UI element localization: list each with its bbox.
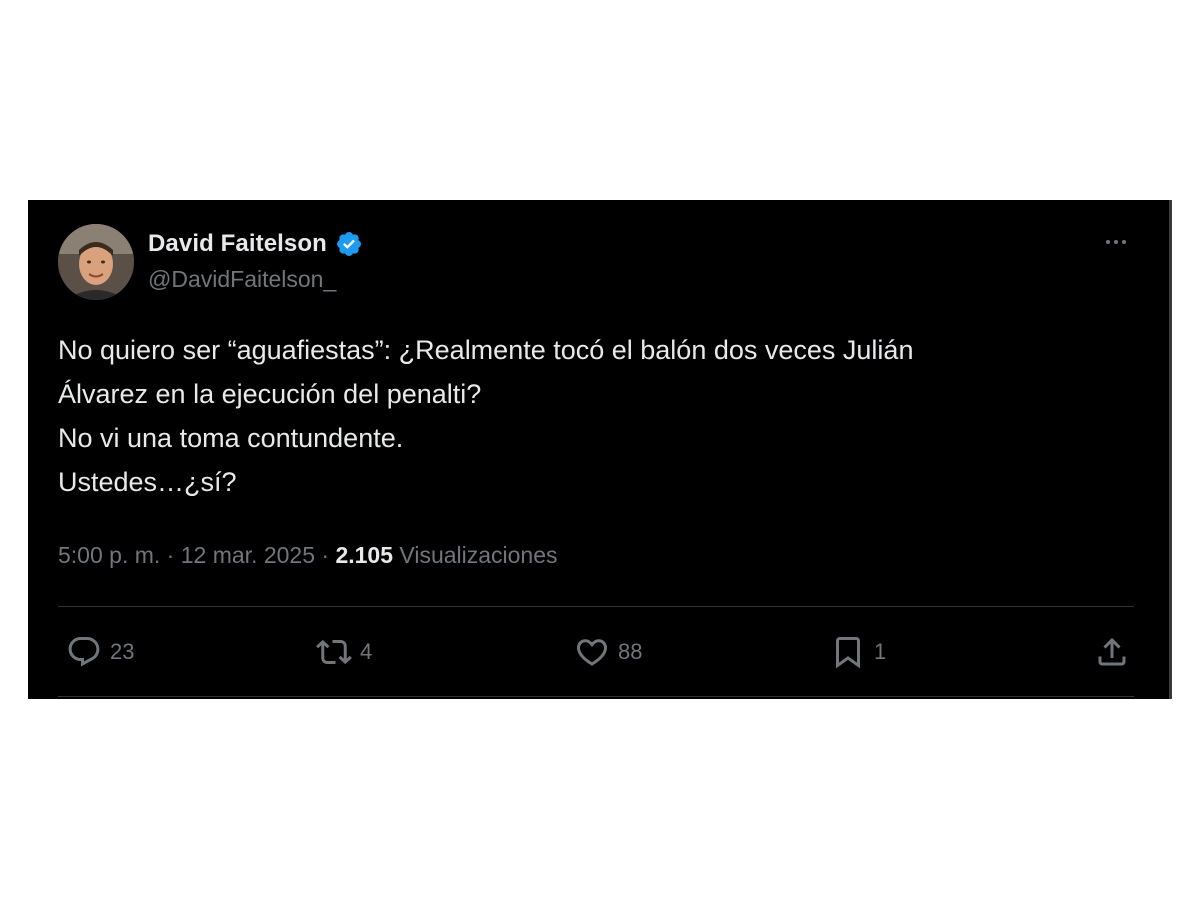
retweet-button[interactable]: 4 <box>316 632 372 672</box>
author-name-row: David Faitelson <box>148 226 363 262</box>
bookmark-count: 1 <box>874 639 887 664</box>
tweet-date[interactable]: 12 mar. 2025 <box>181 542 315 568</box>
like-button[interactable]: 88 <box>574 632 642 672</box>
like-count: 88 <box>618 639 643 664</box>
tweet-time[interactable]: 5:00 p. m. <box>58 542 160 568</box>
views-label: Visualizaciones <box>399 542 558 568</box>
bookmark-icon <box>830 634 866 670</box>
reply-button[interactable]: 23 <box>66 632 134 672</box>
tweet-card: David Faitelson @DavidFaitelson_ No quie… <box>28 200 1172 699</box>
card-edge <box>1169 200 1172 699</box>
tweet-text-line: No vi una toma contundente. <box>58 423 404 453</box>
share-button[interactable] <box>1094 632 1130 672</box>
author-handle[interactable]: @DavidFaitelson_ <box>148 266 336 293</box>
tweet-meta: 5:00 p. m. · 12 mar. 2025 · 2.105 Visual… <box>58 542 558 569</box>
bookmark-button[interactable]: 1 <box>830 632 886 672</box>
meta-separator: · <box>321 542 330 568</box>
tweet-text-line: Álvarez en la ejecución del penalti? <box>58 379 482 409</box>
author-name[interactable]: David Faitelson <box>148 230 327 258</box>
views-count: 2.105 <box>335 542 394 568</box>
meta-separator: · <box>166 542 175 568</box>
retweet-count: 4 <box>360 639 373 664</box>
tweet-text-line: Ustedes…¿sí? <box>58 467 237 497</box>
action-bar: 23 4 88 1 <box>58 632 1134 672</box>
tweet-text: No quiero ser “aguafiestas”: ¿Realmente … <box>58 328 1138 504</box>
divider <box>58 606 1134 607</box>
like-icon <box>574 634 610 670</box>
avatar[interactable] <box>58 224 134 300</box>
more-options-icon[interactable] <box>1100 230 1132 254</box>
tweet-text-line: No quiero ser “aguafiestas”: ¿Realmente … <box>58 335 914 365</box>
verified-badge-icon <box>335 230 363 258</box>
reply-icon <box>66 634 102 670</box>
share-icon <box>1094 634 1130 670</box>
divider <box>58 696 1134 697</box>
reply-count: 23 <box>110 639 135 664</box>
avatar-photo <box>58 224 134 300</box>
retweet-icon <box>316 634 352 670</box>
